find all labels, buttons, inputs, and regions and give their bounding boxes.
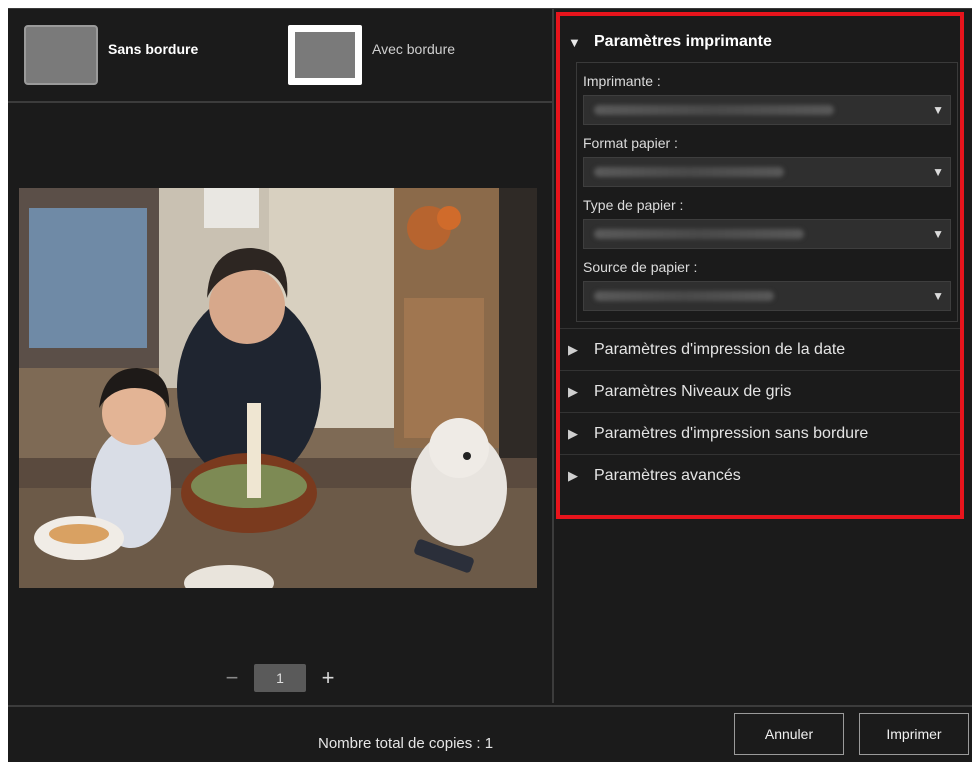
copies-stepper: − 1 + (8, 664, 552, 692)
collapsed-triangle-icon: ▶ (568, 467, 578, 483)
total-copies-text: Nombre total de copies : 1 (318, 735, 494, 752)
printer-label: Imprimante : (583, 73, 661, 89)
printer-settings-panel: ▼ Paramètres imprimante Imprimante : ▼ F… (556, 12, 964, 519)
chevron-down-icon: ▼ (932, 289, 944, 303)
paper-size-label: Format papier : (583, 135, 678, 151)
media-type-value-blurred (594, 229, 804, 239)
paper-size-select[interactable]: ▼ (583, 157, 951, 187)
media-type-select[interactable]: ▼ (583, 219, 951, 249)
advanced-settings-header[interactable]: ▶ Paramètres avancés (560, 454, 960, 496)
paper-source-value-blurred (594, 291, 774, 301)
date-print-settings-header[interactable]: ▶ Paramètres d'impression de la date (560, 328, 960, 370)
settings-pane: ▼ Paramètres imprimante Imprimante : ▼ F… (554, 9, 972, 703)
print-dialog: Sans bordure Avec bordure − 1 + ▼ Paramè… (8, 8, 972, 762)
chevron-down-icon: ▼ (932, 165, 944, 179)
photo-preview (19, 188, 537, 588)
bordered-label: Avec bordure (372, 41, 456, 57)
borderless-option[interactable]: Sans bordure (24, 25, 198, 85)
collapsed-triangle-icon: ▶ (568, 425, 578, 441)
bordered-thumbnail (288, 25, 362, 85)
decrease-copies-button[interactable]: − (222, 665, 242, 691)
grayscale-settings-header[interactable]: ▶ Paramètres Niveaux de gris (560, 370, 960, 412)
borderless-settings-label: Paramètres d'impression sans bordure (594, 424, 869, 442)
increase-copies-button[interactable]: + (318, 665, 338, 691)
printer-value-blurred (594, 105, 834, 115)
expanded-triangle-icon: ▼ (568, 34, 581, 50)
collapsed-triangle-icon: ▶ (568, 383, 578, 399)
paper-size-value-blurred (594, 167, 784, 177)
copies-input[interactable]: 1 (254, 664, 306, 692)
cancel-button[interactable]: Annuler (734, 713, 844, 755)
advanced-settings-label: Paramètres avancés (594, 466, 741, 484)
borderless-thumbnail (24, 25, 98, 85)
chevron-down-icon: ▼ (932, 227, 944, 241)
grayscale-settings-label: Paramètres Niveaux de gris (594, 382, 792, 400)
borderless-label: Sans bordure (108, 41, 199, 57)
media-type-label: Type de papier : (583, 197, 684, 213)
borderless-settings-header[interactable]: ▶ Paramètres d'impression sans bordure (560, 412, 960, 454)
printer-select[interactable]: ▼ (583, 95, 951, 125)
print-button[interactable]: Imprimer (859, 713, 969, 755)
preview-pane: Sans bordure Avec bordure − 1 + (8, 9, 554, 703)
chevron-down-icon: ▼ (932, 103, 944, 117)
printer-fields: Imprimante : ▼ Format papier : ▼ Type de… (576, 62, 958, 322)
paper-source-label: Source de papier : (583, 259, 698, 275)
collapsed-triangle-icon: ▶ (568, 341, 578, 357)
paper-source-select[interactable]: ▼ (583, 281, 951, 311)
layout-bar: Sans bordure Avec bordure (8, 9, 552, 103)
printer-settings-title: Paramètres imprimante (594, 33, 772, 50)
bordered-option[interactable]: Avec bordure (288, 25, 455, 85)
dialog-footer: Nombre total de copies : 1 Annuler Impri… (8, 705, 972, 764)
printer-settings-header[interactable]: ▼ Paramètres imprimante (560, 22, 960, 62)
date-print-settings-label: Paramètres d'impression de la date (594, 340, 846, 358)
